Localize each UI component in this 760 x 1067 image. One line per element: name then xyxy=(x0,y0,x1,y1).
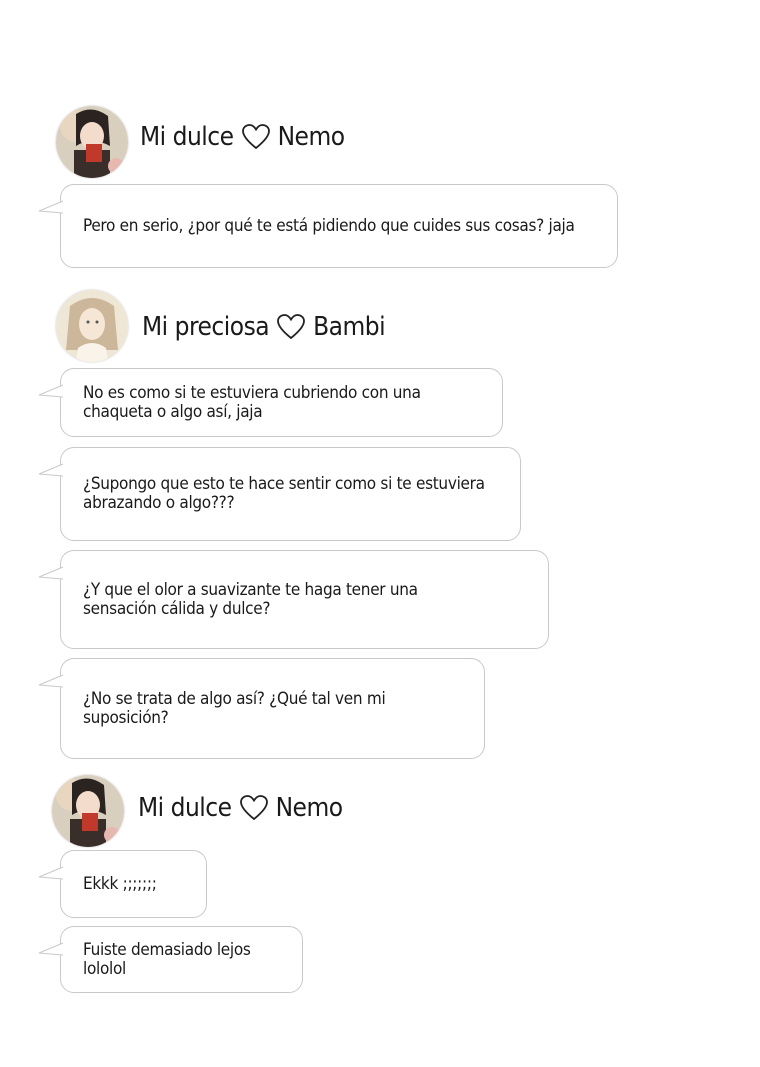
bubble-tail-icon xyxy=(38,942,64,956)
bubble-tail-icon xyxy=(38,674,64,688)
message-bubble: Fuiste demasiado lejos lololol xyxy=(38,926,303,993)
message-text: Pero en serio, ¿por qué te está pidiendo… xyxy=(83,215,575,236)
sender-name-part2: Bambi xyxy=(313,312,386,342)
message-text: ¿Y que el olor a suavizante te haga tene… xyxy=(83,579,418,619)
bubble-tail-icon xyxy=(38,566,64,580)
message-bubble: Ekkk ;;;;;;; xyxy=(38,850,207,918)
message-bubble: ¿Y que el olor a suavizante te haga tene… xyxy=(38,550,549,649)
bubble-tail-icon xyxy=(38,463,64,477)
avatar-bambi-icon xyxy=(56,290,128,362)
heart-outline-icon xyxy=(241,124,270,150)
sender-name-part1: Mi dulce xyxy=(138,793,232,823)
sender-name-part1: Mi preciosa xyxy=(142,312,270,342)
sender-name: Mi preciosa Bambi xyxy=(142,312,386,342)
sender-name: Mi dulce Nemo xyxy=(138,793,343,823)
heart-outline-icon xyxy=(277,314,305,340)
heart-outline-icon xyxy=(239,795,268,821)
avatar-nemo-icon xyxy=(56,106,128,178)
message-bubble: ¿No se trata de algo así? ¿Qué tal ven m… xyxy=(38,658,485,759)
chat-screen: { "messages": { "group1": { "sender": { … xyxy=(0,0,760,1067)
message-bubble: Pero en serio, ¿por qué te está pidiendo… xyxy=(38,184,618,268)
sender-name: Mi dulce Nemo xyxy=(140,122,345,152)
message-text: Ekkk ;;;;;;; xyxy=(83,873,157,894)
bubble-tail-icon xyxy=(38,866,64,880)
message-bubble: No es como si te estuviera cubriendo con… xyxy=(38,368,503,437)
message-text: No es como si te estuviera cubriendo con… xyxy=(83,382,421,422)
message-text: Fuiste demasiado lejos lololol xyxy=(83,939,251,979)
message-text: ¿Supongo que esto te hace sentir como si… xyxy=(83,474,485,513)
message-bubble: ¿Supongo que esto te hace sentir como si… xyxy=(38,447,521,541)
bubble-tail-icon xyxy=(38,200,64,214)
avatar-nemo-icon xyxy=(52,775,124,847)
sender-name-part1: Mi dulce xyxy=(140,122,234,152)
bubble-tail-icon xyxy=(38,384,64,398)
sender-name-part2: Nemo xyxy=(277,122,346,152)
sender-name-part2: Nemo xyxy=(275,793,344,823)
message-text: ¿No se trata de algo así? ¿Qué tal ven m… xyxy=(83,688,386,728)
